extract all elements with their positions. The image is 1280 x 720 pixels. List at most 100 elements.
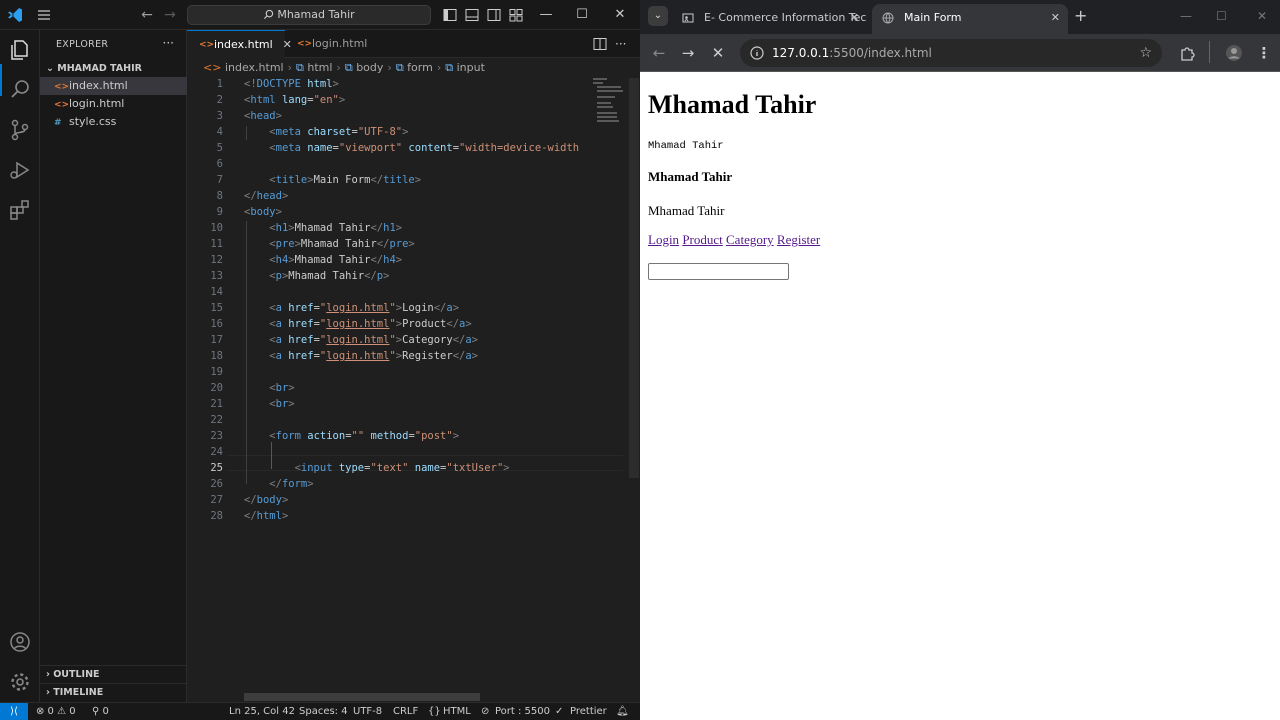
tab-login-html[interactable]: <> login.html (285, 30, 381, 58)
file-index-html[interactable]: <>index.html (40, 77, 187, 95)
stop-loading-icon[interactable]: ✕ (710, 45, 726, 61)
toggle-sidebar-icon[interactable] (443, 8, 457, 22)
site-info-icon[interactable] (750, 46, 764, 60)
line-number: 7 (216, 174, 223, 186)
close-tab-icon[interactable]: ✕ (1051, 4, 1060, 32)
globe-icon (882, 12, 894, 24)
page-heading-h1: Mhamad Tahir (648, 90, 817, 119)
browser-window: ⌄ E- Commerce Information Tech ✕ Main Fo… (640, 0, 1280, 720)
remote-indicator-icon[interactable]: ⟩⟨ (0, 703, 28, 720)
extensions-icon[interactable] (8, 198, 32, 222)
browser-tab-ecommerce[interactable]: E- Commerce Information Tech ✕ (672, 4, 867, 34)
notifications-bell-icon[interactable]: 🔔︎ (616, 703, 629, 720)
explorer-icon[interactable] (8, 38, 32, 62)
code-charset: UTF-8 (364, 126, 396, 138)
close-tab-icon[interactable]: ✕ (850, 4, 859, 32)
chrome-menu-icon[interactable]: ⋮ (1256, 45, 1272, 61)
indentation[interactable]: Spaces: 4 (299, 703, 348, 720)
tab-index-html[interactable]: <> index.html ✕ (187, 30, 292, 58)
editor-area: <> index.html ✕ <> login.html ··· <> index.… (187, 30, 640, 702)
code-title: Main Form (313, 174, 371, 186)
maximize-icon[interactable]: ☐ (573, 6, 591, 24)
tab-label: index.html (214, 38, 273, 51)
code-method: post (421, 430, 447, 442)
hamburger-menu-icon[interactable] (36, 7, 52, 23)
breadcrumb: <> index.html › ⧉ html › ⧉ body › ⧉ form › ⧉ inp… (187, 58, 640, 78)
code-text: Mhamad Tahir (294, 254, 371, 266)
address-bar[interactable]: 127.0.0.1:5500/index.html ☆ (740, 39, 1162, 67)
explorer-title: EXPLORER (56, 39, 109, 50)
bookmark-star-icon[interactable]: ☆ (1139, 39, 1152, 67)
back-arrow-icon[interactable]: ← (139, 7, 155, 23)
ports-count[interactable]: ⚲ 0 (92, 703, 109, 720)
account-icon[interactable] (8, 630, 32, 654)
code-href: login.html (326, 318, 390, 330)
search-icon (264, 9, 274, 20)
prettier-check-icon: ✓ (555, 706, 564, 717)
prettier-status[interactable]: Prettier (570, 703, 607, 720)
file-login-html[interactable]: <>login.html (40, 95, 187, 113)
run-debug-icon[interactable] (8, 158, 32, 182)
more-actions-icon[interactable]: ··· (615, 37, 629, 51)
line-number: 24 (210, 446, 223, 458)
forward-arrow-icon[interactable]: → (680, 45, 696, 61)
language-mode[interactable]: HTML (443, 703, 471, 720)
tab-search-icon[interactable]: ⌄ (648, 6, 668, 26)
minimize-icon[interactable]: — (1180, 9, 1192, 23)
cursor-position[interactable]: Ln 25, Col 42 (229, 703, 295, 720)
line-number: 15 (210, 302, 223, 314)
vscode-window: ← → Mhamad Tahir — ☐ ✕ EXPLORER ··· ⌄ MH… (0, 0, 640, 720)
breadcrumb-item[interactable]: index.html (225, 61, 284, 74)
breadcrumb-item[interactable]: html (307, 61, 332, 74)
page-heading-h4: Mhamad Tahir (648, 169, 733, 184)
toggle-panel-icon[interactable] (465, 8, 479, 22)
browser-tab-main-form[interactable]: Main Form ✕ (872, 4, 1068, 34)
explorer-sidebar: EXPLORER ··· ⌄ MHAMAD TAHIR <>index.html… (40, 30, 187, 702)
breadcrumb-item[interactable]: body (356, 61, 383, 74)
extensions-puzzle-icon[interactable] (1179, 45, 1195, 61)
line-number: 28 (210, 510, 223, 522)
close-window-icon[interactable]: ✕ (611, 6, 629, 24)
command-center-search[interactable]: Mhamad Tahir (187, 5, 431, 25)
live-server-port[interactable]: Port : 5500 (495, 703, 550, 720)
encoding[interactable]: UTF-8 (353, 703, 382, 720)
end-of-line[interactable]: CRLF (393, 703, 418, 720)
search-icon[interactable] (8, 78, 32, 102)
profile-avatar-icon[interactable] (1225, 44, 1243, 62)
split-editor-icon[interactable] (593, 37, 607, 51)
breadcrumb-item[interactable]: input (457, 61, 485, 74)
file-style-css[interactable]: # style.css (40, 113, 187, 131)
new-tab-icon[interactable]: + (1074, 8, 1087, 24)
maximize-icon[interactable]: ☐ (1216, 9, 1227, 23)
link-category[interactable]: Category (726, 232, 774, 247)
problems-count[interactable]: ⊗ 0 ⚠ 0 (36, 703, 76, 720)
line-number: 10 (210, 222, 223, 234)
more-actions-icon[interactable]: ··· (163, 36, 174, 50)
minimap[interactable] (587, 78, 627, 138)
forward-arrow-icon[interactable]: → (162, 7, 178, 23)
back-arrow-icon[interactable]: ← (651, 45, 667, 61)
code-editor[interactable]: 1 2 3 4 5 6 7 8 9 10 11 12 13 14 15 16 17 18 19 20 21 22 23 24 2… (187, 78, 623, 698)
source-control-icon[interactable] (8, 118, 32, 142)
vertical-scrollbar[interactable] (629, 78, 639, 478)
link-product[interactable]: Product (682, 232, 722, 247)
chevron-down-icon: ⌄ (46, 63, 58, 74)
page-favicon-icon (682, 13, 694, 23)
toggle-secondary-sidebar-icon[interactable] (487, 8, 501, 22)
folder-mhamad-tahir[interactable]: ⌄ MHAMAD TAHIR (40, 61, 187, 77)
minimize-icon[interactable]: — (537, 6, 555, 24)
vscode-titlebar: ← → Mhamad Tahir — ☐ ✕ (0, 0, 640, 30)
customize-layout-icon[interactable] (509, 8, 523, 22)
timeline-section[interactable]: › TIMELINE (40, 683, 187, 701)
horizontal-scrollbar[interactable] (244, 693, 480, 701)
outline-section[interactable]: › OUTLINE (40, 665, 187, 683)
html-file-icon: <> (297, 39, 313, 49)
rendered-page: Mhamad Tahir Mhamad Tahir Mhamad Tahir M… (640, 72, 1280, 720)
breadcrumb-item[interactable]: form (407, 61, 433, 74)
code-type: text (376, 462, 403, 474)
txt-user-input[interactable] (648, 263, 789, 280)
link-register[interactable]: Register (777, 232, 820, 247)
link-login[interactable]: Login (648, 232, 679, 247)
close-window-icon[interactable]: ✕ (1257, 9, 1267, 23)
settings-gear-icon[interactable] (8, 670, 32, 694)
